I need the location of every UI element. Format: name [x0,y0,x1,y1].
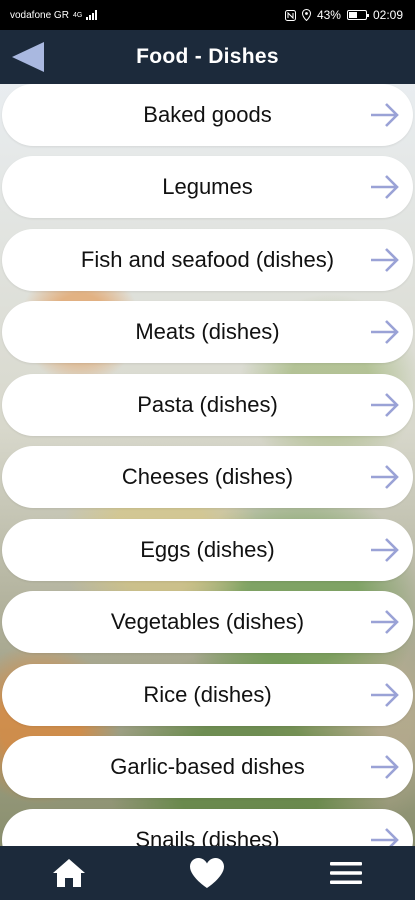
arrow-right-icon [371,320,399,344]
list-item[interactable]: Eggs (dishes) [2,519,413,581]
back-arrow-icon [12,42,44,72]
arrow-right-icon [371,175,399,199]
list-item[interactable]: Legumes [2,156,413,218]
home-button[interactable] [39,846,99,900]
list-item-label: Baked goods [143,102,272,127]
bottom-nav [0,846,415,900]
nfc-icon [284,9,296,21]
list-item[interactable]: Vegetables (dishes) [2,591,413,653]
location-icon [301,9,311,21]
battery-percent: 43% [316,8,341,22]
list-item-label: Eggs (dishes) [140,537,275,562]
list-item-label: Cheeses (dishes) [121,464,294,489]
arrow-right-icon [371,393,399,417]
signal-icon [86,10,98,20]
battery-icon [346,10,369,20]
page-title: Food - Dishes [136,45,279,68]
list-item-label: Meats (dishes) [135,319,280,344]
list-item-label: Snails (dishes) [135,827,280,846]
list-item[interactable]: Meats (dishes) [2,301,413,363]
status-bar: vodafone GR 4G 43% 02:09 [0,0,415,30]
clock: 02:09 [372,8,403,22]
list-item[interactable]: Fish and seafood (dishes) [2,229,413,291]
arrow-right-icon [371,103,399,127]
list-item-label: Vegetables (dishes) [110,609,305,634]
arrow-right-icon [371,755,399,779]
list-item[interactable]: Pasta (dishes) [2,374,413,436]
list-item-label: Garlic-based dishes [110,754,305,779]
arrow-right-icon [371,828,399,846]
arrow-right-icon [371,610,399,634]
list-item[interactable]: Garlic-based dishes [2,736,413,798]
arrow-right-icon [371,248,399,272]
back-button[interactable] [10,42,46,72]
list-item-label: Legumes [162,174,253,199]
status-left: vodafone GR 4G [10,10,98,21]
list-item-label: Rice (dishes) [143,682,272,707]
home-icon [53,859,86,887]
carrier-name: vodafone GR [10,9,69,21]
heart-icon [190,858,225,888]
app-header: Food - Dishes [0,30,415,84]
list-item[interactable]: Cheeses (dishes) [2,446,413,508]
list-item[interactable]: Baked goods [2,84,413,146]
list-item[interactable]: Snails (dishes) [2,809,413,846]
content-area[interactable]: Baked goods Legumes Fish and seafood (di… [0,84,415,846]
network-type: 4G [72,11,83,19]
list-item-label: Pasta (dishes) [137,392,278,417]
menu-icon [329,862,362,884]
arrow-right-icon [371,538,399,562]
arrow-right-icon [371,465,399,489]
status-right: 43% 02:09 [284,8,403,22]
menu-button[interactable] [316,846,376,900]
list-item-label: Fish and seafood (dishes) [80,247,335,272]
list-item[interactable]: Rice (dishes) [2,664,413,726]
favorites-button[interactable] [177,846,237,900]
arrow-right-icon [371,683,399,707]
